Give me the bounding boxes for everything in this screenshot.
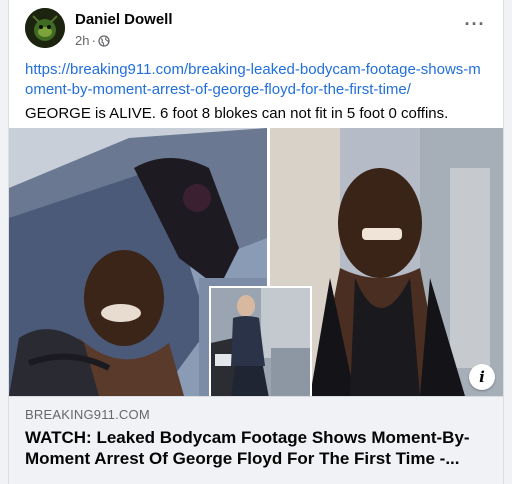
feed-post: Daniel Dowell 2h · ··· https://breaking9…: [8, 0, 504, 484]
meta-separator: ·: [91, 33, 96, 48]
link-preview-image[interactable]: i: [9, 128, 503, 396]
post-body-text: GEORGE is ALIVE. 6 foot 8 blokes can not…: [25, 105, 449, 122]
post-link[interactable]: https://breaking911.com/breaking-leaked-…: [25, 60, 485, 100]
link-domain: BREAKING911.COM: [25, 407, 150, 422]
author-name[interactable]: Daniel Dowell: [75, 11, 173, 28]
post-header: Daniel Dowell 2h · ···: [25, 8, 487, 52]
more-options-icon[interactable]: ···: [459, 10, 491, 38]
info-icon[interactable]: i: [469, 364, 495, 390]
link-headline[interactable]: WATCH: Leaked Bodycam Footage Shows Mome…: [25, 427, 485, 469]
author-avatar[interactable]: [25, 8, 65, 48]
post-meta: 2h ·: [75, 33, 110, 48]
post-timestamp[interactable]: 2h: [75, 33, 89, 48]
link-preview-footer[interactable]: BREAKING911.COM WATCH: Leaked Bodycam Fo…: [9, 396, 503, 484]
globe-icon[interactable]: [98, 34, 110, 47]
post-message: https://breaking911.com/breaking-leaked-…: [25, 60, 485, 124]
officer-photo: [209, 286, 312, 396]
